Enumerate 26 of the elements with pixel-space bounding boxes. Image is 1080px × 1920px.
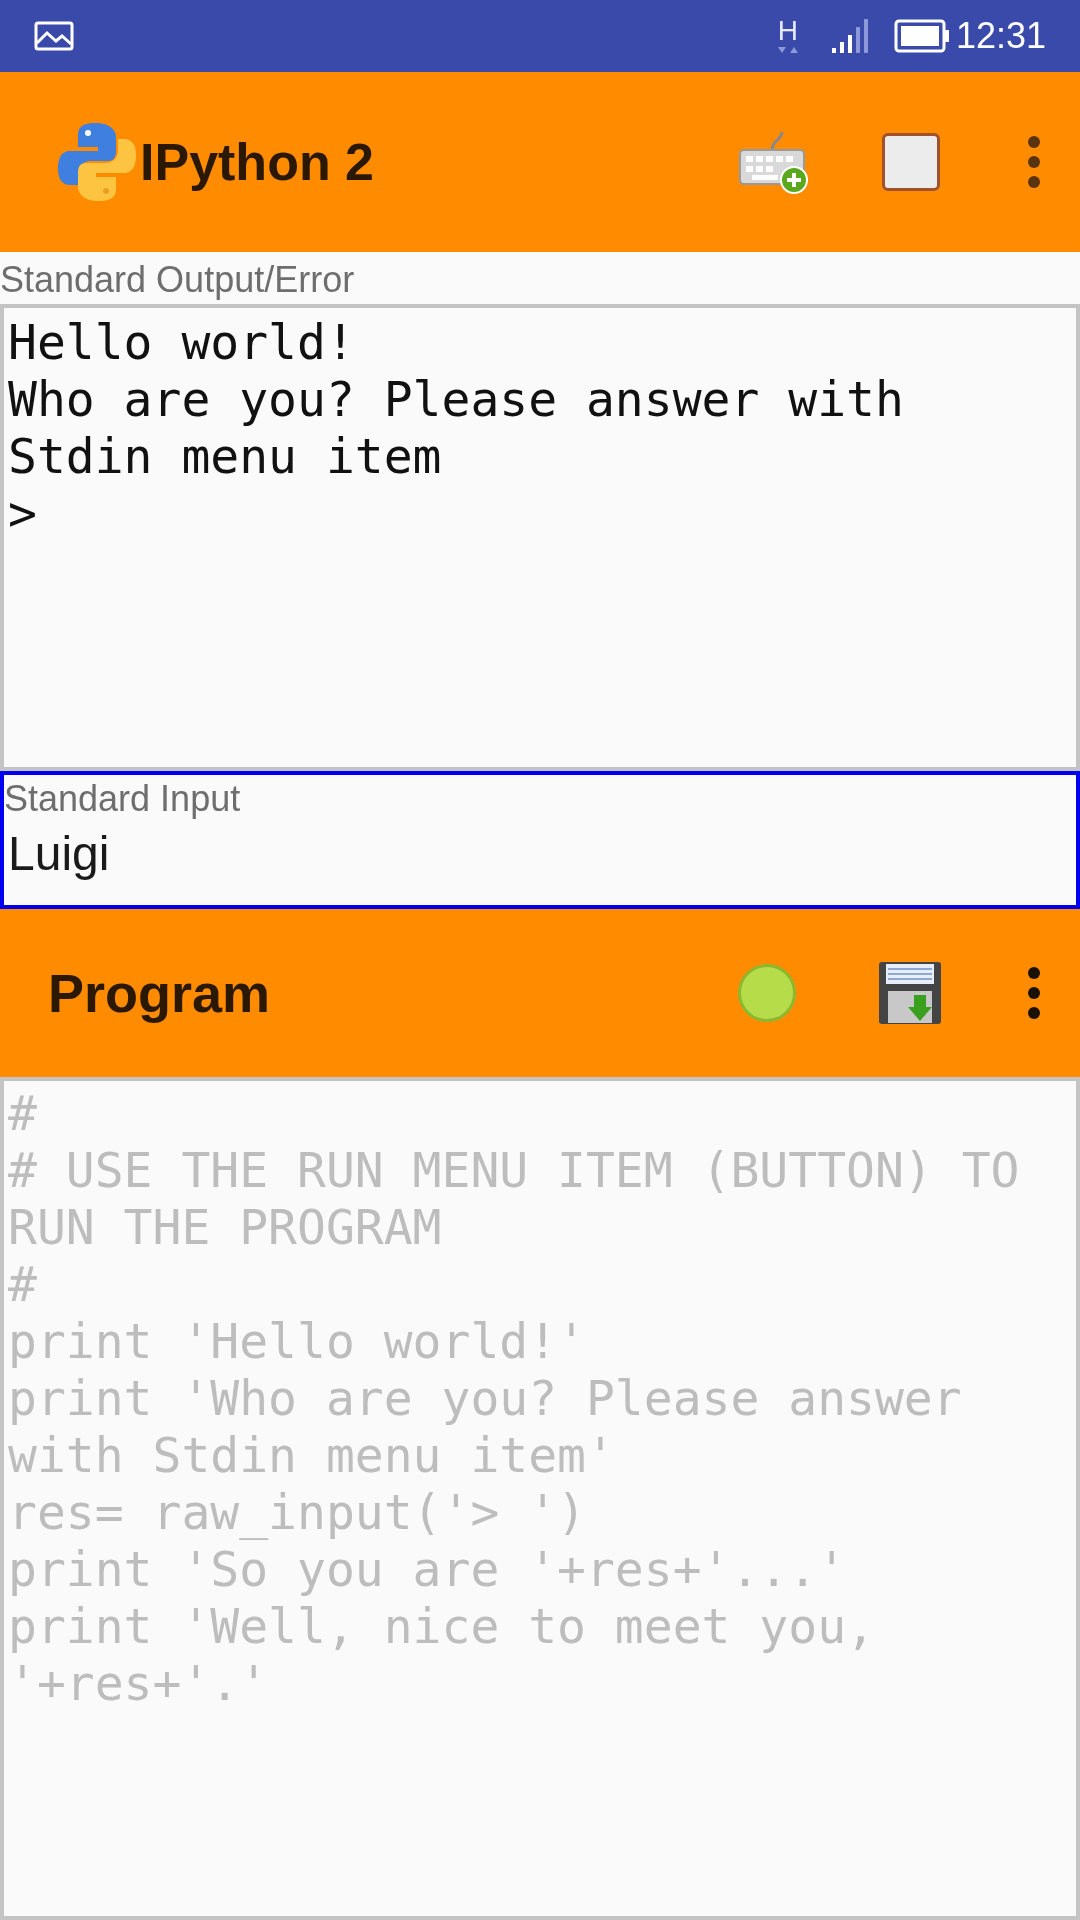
image-icon [34, 21, 74, 51]
output-line: Who are you? Please answer with Stdin menu item [8, 371, 905, 485]
code-line: print 'Hello world!' [8, 1313, 587, 1370]
save-icon[interactable] [878, 961, 942, 1025]
battery-icon [893, 19, 950, 53]
more-options-icon[interactable] [1028, 136, 1040, 188]
output-label: Standard Output/Error [0, 258, 356, 302]
stop-button[interactable] [882, 133, 940, 191]
network-indicator: H [775, 17, 800, 55]
input-value: Luigi [7, 826, 111, 882]
input-field[interactable]: Standard Input Luigi [0, 771, 1080, 909]
code-line: # [8, 1085, 38, 1142]
code-line: print 'So you are '+res+'...' [8, 1541, 848, 1598]
code-line: res= raw_input('> ') [8, 1484, 587, 1541]
input-label: Standard Input [4, 777, 242, 821]
code-line: # [8, 1256, 38, 1313]
code-line: # USE THE RUN MENU ITEM (BUTTON) TO RUN THE PROGRAM [8, 1142, 1021, 1256]
program-title: Program [48, 961, 271, 1025]
clock: 12:31 [955, 14, 1046, 58]
more-options-icon[interactable] [1028, 967, 1040, 1019]
output-line: Hello world! [8, 314, 356, 371]
python-logo-icon [56, 121, 138, 203]
code-line: print 'Well, nice to meet you, '+res+'.' [8, 1598, 876, 1712]
output-line: > [8, 485, 38, 542]
add-keyboard-icon[interactable] [738, 130, 810, 194]
app-title: IPython 2 [140, 132, 375, 193]
